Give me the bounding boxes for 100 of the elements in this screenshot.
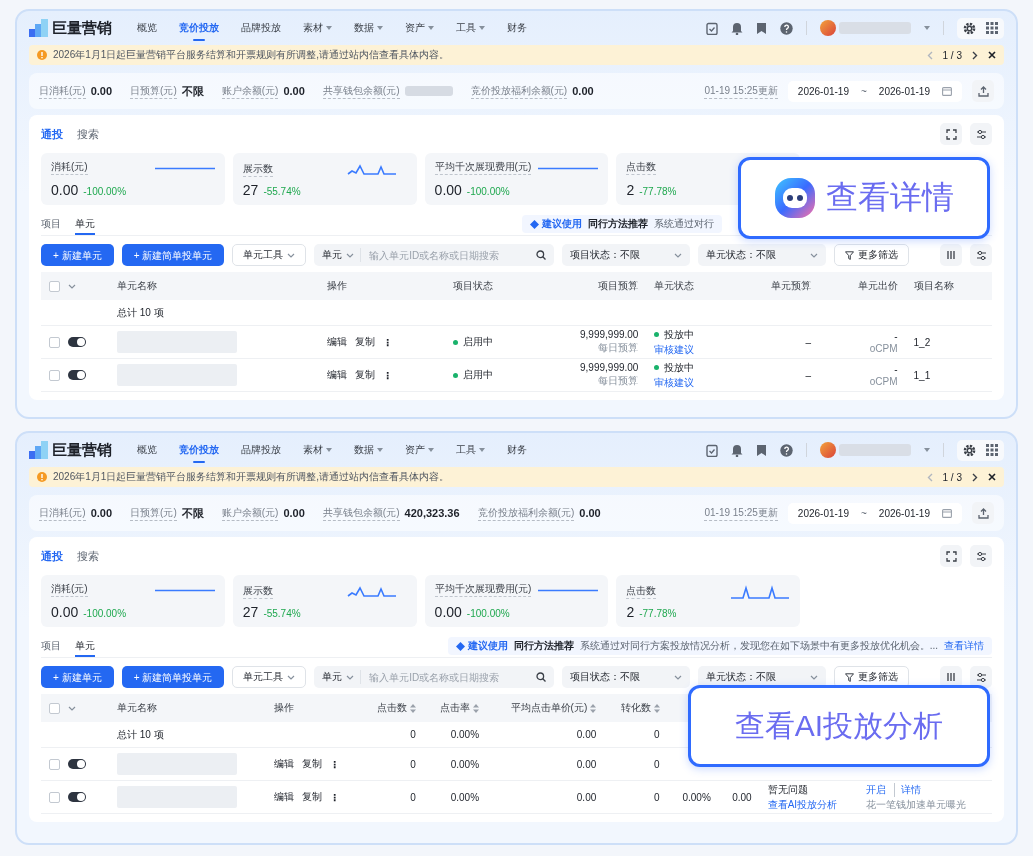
link[interactable]: 审核建议 (654, 342, 725, 357)
nav-tab[interactable]: 概览 (128, 433, 166, 467)
level-tab[interactable]: 单元 (75, 635, 95, 657)
checkbox[interactable] (49, 702, 60, 714)
bell-icon[interactable] (731, 443, 743, 457)
level-tab[interactable]: 单元 (75, 213, 95, 235)
settings-button[interactable] (970, 666, 992, 688)
columns-button[interactable] (940, 244, 962, 266)
fullscreen-button[interactable] (940, 545, 962, 567)
search-field[interactable]: 单元 输入单元ID或名称或日期搜索 (314, 666, 555, 688)
date-range-field[interactable]: 2026-01-19 ~ 2026-01-19 (787, 502, 962, 524)
level-tab[interactable]: 项目 (41, 635, 61, 657)
callout-link[interactable]: 查看详情 (826, 176, 954, 220)
settings-button[interactable] (970, 123, 992, 145)
checkbox[interactable] (49, 791, 60, 803)
nav-tab[interactable]: 竞价投放 (170, 11, 228, 45)
nav-tab[interactable]: 数据 (345, 433, 392, 467)
clipboard-icon[interactable] (706, 443, 718, 457)
action-link[interactable]: 复制 (354, 335, 375, 349)
metric-card[interactable]: 展示数 27 -55.74% (232, 575, 417, 627)
avatar[interactable] (820, 442, 836, 458)
bell-icon[interactable] (731, 21, 743, 35)
channel-tab[interactable]: 通投 (41, 548, 63, 564)
link[interactable]: 查看AI投放分析 (767, 797, 851, 812)
mascot-icon[interactable] (774, 177, 816, 219)
help-icon[interactable] (780, 443, 793, 457)
nav-tab[interactable]: 素材 (294, 11, 341, 45)
channel-tab[interactable]: 通投 (41, 126, 63, 142)
metric-card[interactable]: 点击数 2 -77.78% (616, 575, 801, 627)
more-filters-button[interactable]: 更多筛选 (834, 666, 910, 688)
export-icon[interactable] (977, 507, 989, 519)
chevron-right-icon[interactable] (972, 472, 978, 482)
toggle-switch[interactable] (68, 792, 86, 802)
nav-tab[interactable]: 竞价投放 (170, 433, 228, 467)
nav-tab[interactable]: 财务 (498, 11, 536, 45)
nav-tab[interactable]: 工具 (447, 433, 494, 467)
metric-card[interactable]: 消耗(元) 0.00 -100.00% (41, 575, 225, 627)
metric-card[interactable]: 消耗(元) 0.00 -100.00% (41, 153, 225, 205)
action-link[interactable]: 复制 (301, 790, 322, 804)
settings-button[interactable] (970, 545, 992, 567)
nav-tab[interactable]: 工具 (447, 11, 494, 45)
settings-sliders-icon[interactable] (975, 128, 987, 140)
fullscreen-icon[interactable] (945, 550, 957, 562)
columns-button[interactable] (940, 666, 962, 688)
calendar-icon[interactable] (942, 508, 952, 518)
nav-tab[interactable]: 概览 (128, 11, 166, 45)
create-button[interactable]: + 新建单元 (41, 244, 114, 266)
settings-button[interactable] (970, 244, 992, 266)
details-link[interactable]: 查看详情 (944, 639, 984, 653)
more-button[interactable]: ⋮ (382, 369, 393, 381)
checkbox[interactable] (49, 280, 60, 292)
chevron-right-icon[interactable] (972, 50, 978, 60)
clipboard-icon[interactable] (706, 21, 718, 35)
filter-select[interactable]: 项目状态：不限 (562, 666, 691, 688)
more-button[interactable]: ⋮ (329, 791, 340, 803)
apps-grid-icon[interactable] (986, 443, 998, 456)
tools-dropdown[interactable]: 单元工具 (232, 666, 307, 688)
avatar[interactable] (820, 20, 836, 36)
more-filters-button[interactable]: 更多筛选 (834, 244, 910, 266)
filter-select[interactable]: 单元状态：不限 (698, 666, 827, 688)
settings-icon[interactable] (963, 443, 976, 457)
link[interactable]: 审核建议 (654, 375, 725, 390)
close-icon[interactable] (988, 51, 996, 59)
nav-tab[interactable]: 财务 (498, 433, 536, 467)
tools-dropdown[interactable]: 单元工具 (232, 244, 307, 266)
metric-card[interactable]: 展示数 27 -55.74% (232, 153, 417, 205)
columns-icon[interactable] (946, 672, 956, 682)
channel-tab[interactable]: 搜索 (77, 126, 99, 142)
more-button[interactable]: ⋮ (382, 336, 393, 348)
nav-tab[interactable]: 资产 (396, 11, 443, 45)
checkbox[interactable] (49, 758, 60, 770)
toggle-switch[interactable] (68, 370, 86, 380)
action-link[interactable]: 编辑 (273, 790, 294, 804)
date-range-field[interactable]: 2026-01-19 ~ 2026-01-19 (787, 80, 962, 102)
nav-tab[interactable]: 资产 (396, 433, 443, 467)
action-link[interactable]: 开启 (866, 782, 887, 797)
bookmark-icon[interactable] (756, 443, 767, 457)
export-icon[interactable] (977, 85, 989, 97)
scope-select[interactable]: 单元 (322, 670, 343, 684)
fullscreen-icon[interactable] (945, 128, 957, 140)
calendar-icon[interactable] (942, 86, 952, 96)
settings-sliders-icon[interactable] (975, 550, 987, 562)
toggle-switch[interactable] (68, 759, 86, 769)
search-icon[interactable] (536, 250, 547, 260)
nav-tab[interactable]: 品牌投放 (232, 433, 290, 467)
checkbox[interactable] (49, 369, 60, 381)
bookmark-icon[interactable] (756, 21, 767, 35)
checkbox[interactable] (49, 336, 60, 348)
search-field[interactable]: 单元 输入单元ID或名称或日期搜索 (314, 244, 555, 266)
channel-tab[interactable]: 搜索 (77, 548, 99, 564)
metric-card[interactable]: 平均千次展现费用(元) 0.00 -100.00% (424, 153, 609, 205)
close-icon[interactable] (988, 473, 996, 481)
settings-sliders-icon[interactable] (975, 249, 987, 261)
metric-card[interactable]: 平均千次展现费用(元) 0.00 -100.00% (424, 575, 609, 627)
callout-link[interactable]: 查看AI投放分析 (734, 705, 944, 747)
apps-grid-icon[interactable] (986, 21, 998, 34)
help-icon[interactable] (780, 21, 793, 35)
columns-icon[interactable] (946, 250, 956, 260)
scope-select[interactable]: 单元 (322, 248, 343, 262)
more-button[interactable]: ⋮ (329, 758, 340, 770)
